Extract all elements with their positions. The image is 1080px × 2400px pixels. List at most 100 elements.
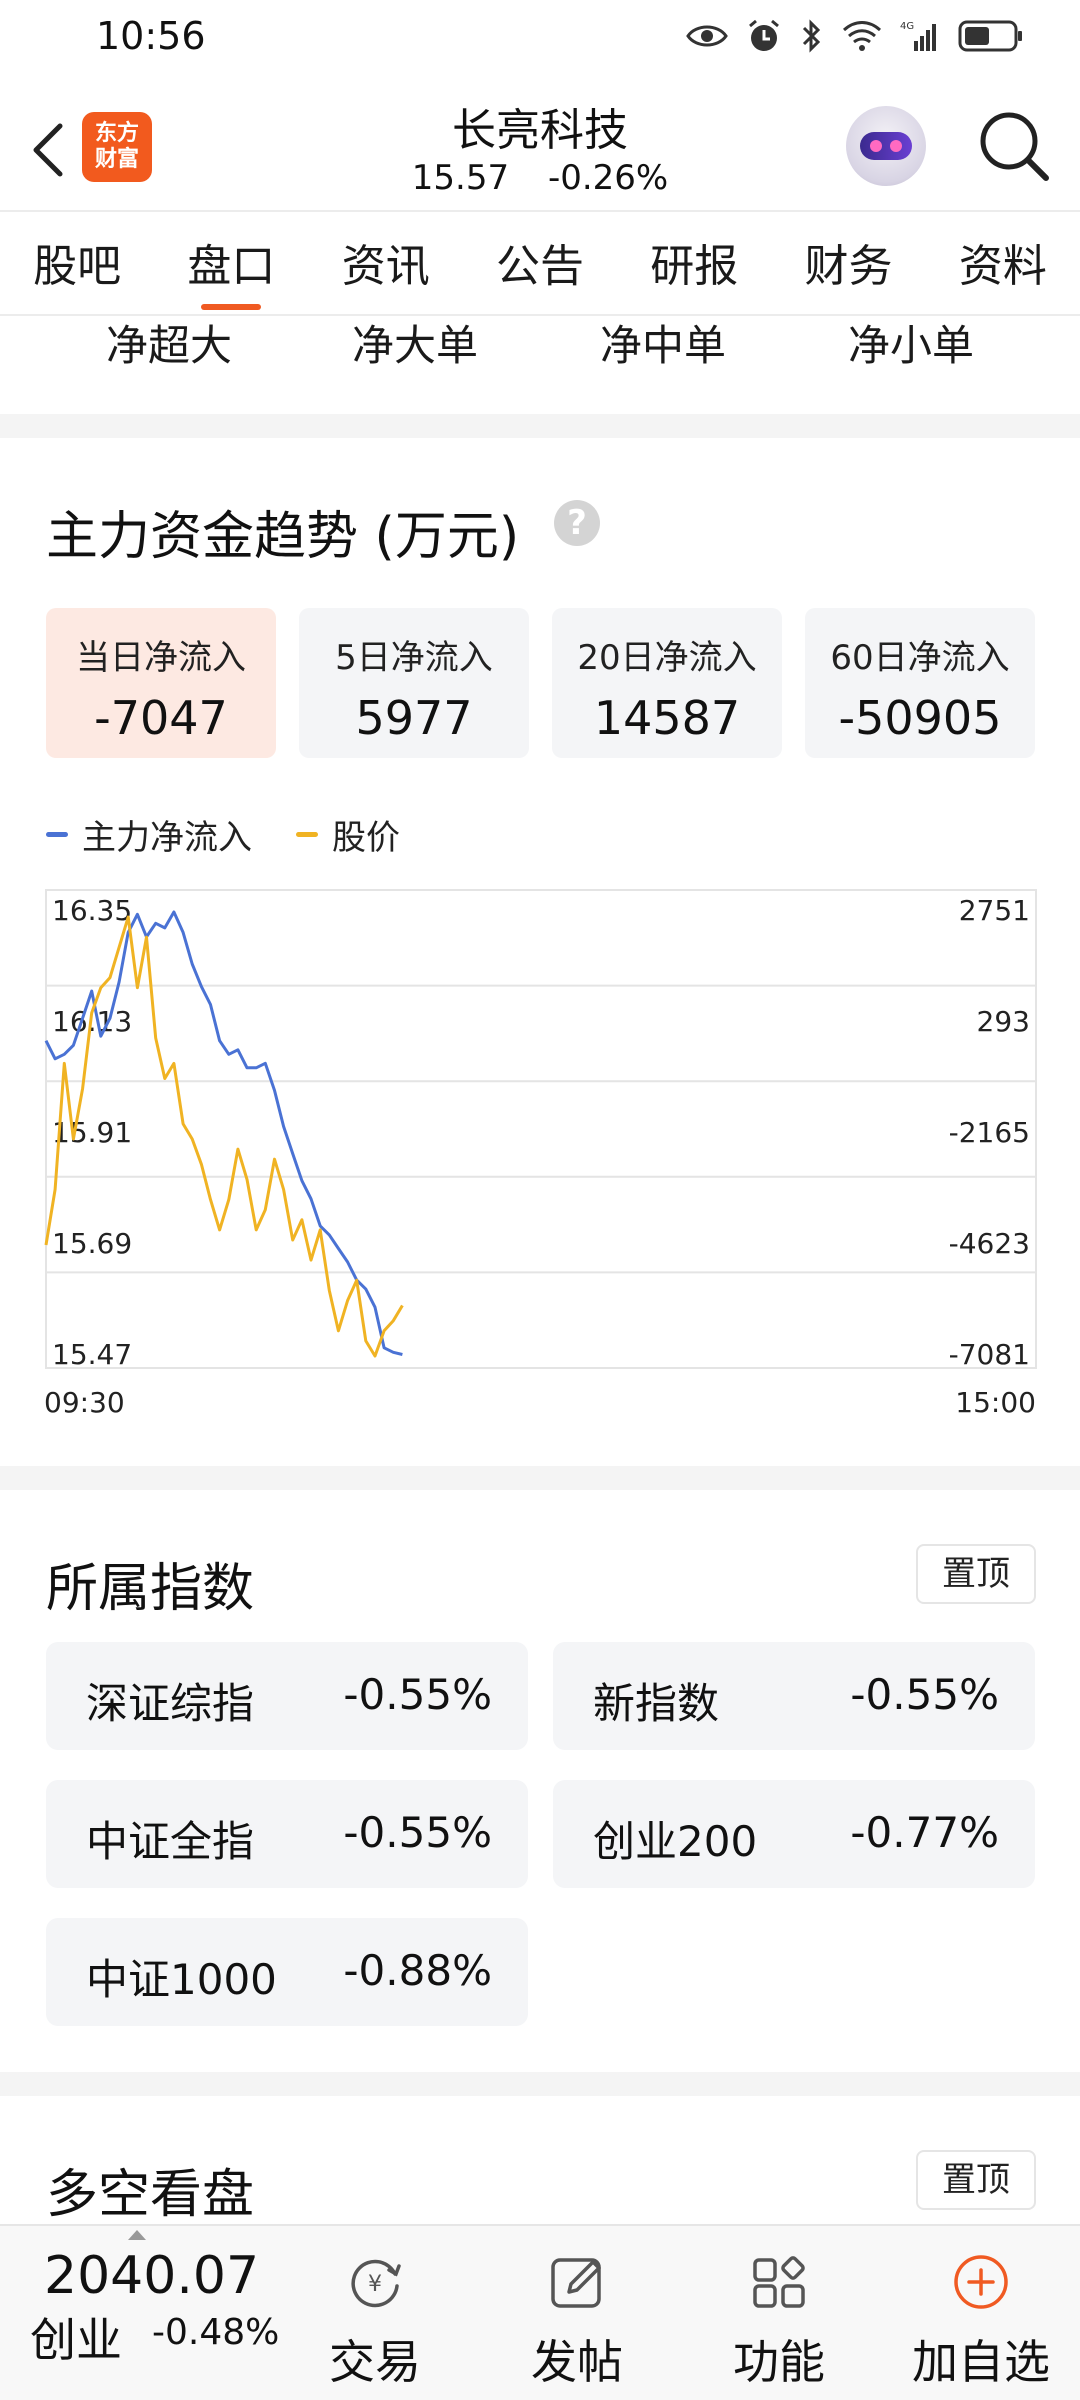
tab-finance[interactable]: 财务 [771, 212, 925, 314]
right-axis-tick: -4623 [949, 1227, 1030, 1260]
index-card[interactable]: 创业200 -0.77% [553, 1780, 1035, 1888]
header: 东方财富 长亮科技 15.57 -0.26% [0, 80, 1080, 210]
stock-change-pct: -0.26% [547, 158, 669, 198]
index-card[interactable]: 中证1000 -0.88% [46, 1918, 528, 2026]
trade-button[interactable]: ¥ 交易 [290, 2226, 460, 2400]
search-icon [980, 112, 1049, 181]
chart-legend: 主力净流入 股价 [46, 810, 444, 859]
flow-card-label: 5日净流入 [335, 638, 493, 678]
section-separator [0, 1466, 1080, 1490]
x-axis-start-label: 09:30 [44, 1386, 125, 1419]
add-watchlist-icon [954, 2255, 1008, 2309]
index-pct: -0.55% [343, 1808, 492, 1857]
avatar-visor [860, 132, 912, 160]
index-name: 新指数 [593, 1679, 720, 1728]
alarm-icon [749, 19, 779, 51]
flow-card-today[interactable]: 当日净流入 -7047 [46, 608, 276, 758]
help-icon[interactable]: ? [554, 500, 600, 546]
eye-icon [686, 25, 728, 47]
fund-flow-chart[interactable]: 16.3516.1315.9115.6915.472751293-2165-46… [0, 880, 1080, 1440]
function-icon [753, 2256, 805, 2308]
tab-announcements[interactable]: 公告 [463, 212, 617, 314]
right-axis-tick: 293 [977, 1005, 1030, 1038]
battery-icon [958, 20, 1022, 52]
function-label: 功能 [733, 2335, 825, 2389]
chart-frame [45, 889, 1037, 1369]
flow-label-small: 净小单 [848, 321, 975, 370]
index-pct: -0.77% [850, 1808, 999, 1857]
index-card[interactable]: 深证综指 -0.55% [46, 1642, 528, 1750]
stock-price: 15.57 [411, 158, 510, 198]
section-separator [0, 414, 1080, 438]
outlook-section-title: 多空看盘 [46, 2165, 255, 2225]
index-name: 深证综指 [86, 1679, 255, 1728]
wifi-icon [842, 21, 882, 51]
flow-card-60day[interactable]: 60日净流入 -50905 [805, 608, 1035, 758]
tab-guba[interactable]: 股吧 [0, 212, 154, 314]
signal-icon: 4G [900, 21, 936, 51]
bluetooth-icon [802, 19, 821, 53]
flow-card-20day[interactable]: 20日净流入 14587 [552, 608, 782, 758]
bottom-index-name[interactable]: 创业 [30, 2304, 122, 2370]
right-axis-tick: -2165 [949, 1116, 1030, 1149]
index-name: 中证1000 [86, 1955, 277, 2004]
trade-icon: ¥ [351, 2259, 401, 2308]
add-watchlist-button[interactable]: 加自选 [896, 2226, 1066, 2400]
index-card[interactable]: 中证全指 -0.55% [46, 1780, 528, 1888]
trade-label: 交易 [329, 2335, 421, 2389]
flow-card-label: 20日净流入 [577, 638, 757, 678]
flow-card-value: -7047 [94, 691, 228, 745]
flow-label-medium: 净中单 [600, 321, 727, 370]
legend-swatch-price [296, 832, 318, 837]
bottom-action-bar: 2040.07 创业 -0.48% ¥ 交易 发帖 功能 加自选 [0, 2224, 1080, 2400]
flow-card-5day[interactable]: 5日净流入 5977 [299, 608, 529, 758]
status-time: 10:56 [96, 14, 206, 58]
expand-caret-icon[interactable] [128, 2230, 146, 2240]
index-pct: -0.55% [343, 1670, 492, 1719]
flow-label-large: 净大单 [352, 321, 479, 370]
tab-research[interactable]: 研报 [617, 212, 771, 314]
index-name: 中证全指 [86, 1817, 255, 1866]
legend-label: 主力净流入 [82, 818, 252, 858]
search-button[interactable] [976, 108, 1052, 184]
legend-item-net-inflow: 主力净流入 [46, 810, 252, 859]
post-button[interactable]: 发帖 [492, 2226, 662, 2400]
right-axis-tick: 2751 [959, 894, 1030, 927]
function-button[interactable]: 功能 [694, 2226, 864, 2400]
legend-label: 股价 [332, 818, 400, 858]
svg-text:4G: 4G [900, 21, 914, 32]
post-label: 发帖 [531, 2335, 623, 2389]
right-axis-tick: -7081 [949, 1338, 1030, 1371]
status-bar: 10:56 4G [0, 0, 1080, 78]
post-icon [551, 2258, 601, 2308]
trend-title: 主力资金趋势 (万元) [46, 507, 520, 567]
flow-type-labels: 净超大 净大单 净中单 净小单 [0, 312, 1080, 402]
tab-profile[interactable]: 资料 [926, 212, 1080, 314]
add-watchlist-label: 加自选 [912, 2335, 1050, 2389]
avatar-eye-left [870, 140, 882, 152]
status-icons: 4G [686, 18, 1024, 54]
flow-card-value: 5977 [355, 691, 473, 745]
flow-card-value: 14587 [593, 691, 741, 745]
left-axis-tick: 15.91 [52, 1116, 132, 1149]
pin-top-button[interactable]: 置顶 [916, 1544, 1036, 1604]
index-section-title: 所属指数 [46, 1559, 255, 1619]
tab-pankou[interactable]: 盘口 [154, 212, 308, 314]
index-name: 创业200 [593, 1817, 758, 1866]
index-pct: -0.88% [343, 1946, 492, 1995]
x-axis-end-label: 15:00 [955, 1386, 1036, 1419]
pin-top-button[interactable]: 置顶 [916, 2150, 1036, 2210]
bottom-index-value[interactable]: 2040.07 [44, 2246, 259, 2306]
flow-card-value: -50905 [838, 691, 1002, 745]
tab-bar: 股吧 盘口 资讯 公告 研报 财务 资料 [0, 212, 1080, 314]
section-separator [0, 2072, 1080, 2096]
left-axis-tick: 15.47 [52, 1338, 132, 1371]
index-pct: -0.55% [850, 1670, 999, 1719]
tab-news[interactable]: 资讯 [309, 212, 463, 314]
left-axis-tick: 16.35 [52, 894, 132, 927]
assistant-avatar[interactable] [846, 106, 926, 186]
bottom-index-change: -0.48% [152, 2312, 280, 2353]
flow-card-label: 当日净流入 [76, 638, 246, 678]
index-card[interactable]: 新指数 -0.55% [553, 1642, 1035, 1750]
flow-label-super-large: 净超大 [106, 321, 233, 370]
